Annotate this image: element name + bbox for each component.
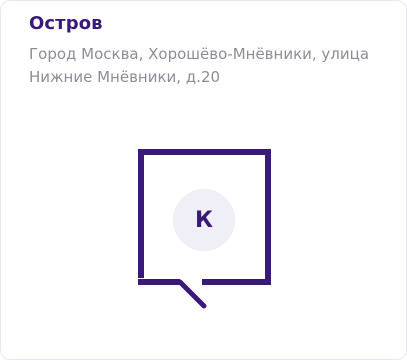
brand-letter: К: [195, 207, 213, 233]
location-address: Город Москва, Хорошёво-Мнёвники, улица Н…: [29, 45, 370, 86]
location-title: Остров: [29, 13, 103, 34]
location-card[interactable]: Остров Город Москва, Хорошёво-Мнёвники, …: [0, 0, 407, 360]
brand-badge: К: [173, 189, 235, 251]
